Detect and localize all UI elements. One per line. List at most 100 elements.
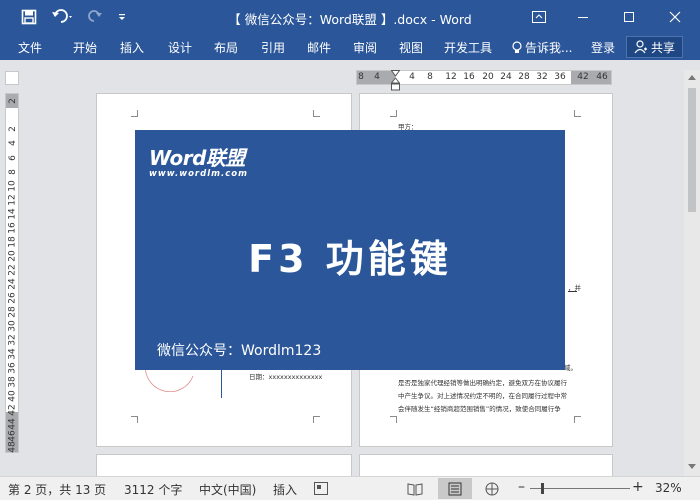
ruler-label: 4 [374, 72, 380, 82]
ruler-label: 22 [7, 264, 18, 276]
paragraph-line: 是否是独家代理经销等做出明确约定，避免双方在协议履行 [398, 379, 567, 387]
crop-mark [574, 416, 581, 423]
scroll-up-icon[interactable] [688, 74, 696, 80]
zoom-level[interactable]: 32% [655, 481, 682, 495]
web-layout-icon[interactable] [484, 482, 500, 496]
ruler-label: 46 [596, 72, 608, 82]
tell-me-label: 告诉我... [525, 41, 573, 55]
tab-view[interactable]: 视图 [399, 39, 423, 56]
crop-mark [390, 110, 397, 117]
ruler-label: 8 [7, 169, 18, 175]
ruler-label: 36 [554, 72, 566, 82]
ruler-label: 42 [7, 404, 18, 416]
vertical-ruler[interactable]: 2 2 4 6 8 10 12 14 16 18 20 22 24 26 28 … [5, 93, 19, 453]
zoom-slider-track[interactable] [530, 488, 630, 489]
insert-mode[interactable]: 插入 [273, 481, 297, 498]
scrollbar-thumb[interactable] [688, 88, 696, 212]
zoom-slider-thumb[interactable] [541, 483, 545, 494]
ruler-label: 20 [7, 250, 18, 262]
ruler-label: 24 [7, 278, 18, 290]
zoom-out-button[interactable]: – [518, 479, 525, 495]
title-bar: 【 微信公众号：Word联盟 】.docx - Word [0, 0, 700, 34]
crop-mark [574, 110, 581, 117]
login-link[interactable]: 登录 [591, 39, 615, 56]
crop-mark [131, 416, 138, 423]
date-line: 日期：xxxxxxxxxxxxxx [249, 373, 323, 381]
tab-references[interactable]: 引用 [261, 39, 285, 56]
tab-review[interactable]: 审阅 [353, 39, 377, 56]
language-indicator[interactable]: 中文(中国) [199, 481, 256, 498]
ruler-label: 40 [7, 390, 18, 402]
macro-record-icon[interactable] [314, 482, 328, 495]
crop-mark [313, 416, 320, 423]
ruler-label: 44 [7, 418, 18, 430]
tab-mailings[interactable]: 邮件 [307, 39, 331, 56]
ruler-label: 8 [358, 72, 364, 82]
logo-text: Word联盟 [149, 146, 245, 170]
indent-marker-icon[interactable] [391, 70, 400, 94]
ruler-label: 30 [7, 320, 18, 332]
print-layout-icon[interactable] [447, 482, 463, 496]
tab-design[interactable]: 设计 [168, 39, 192, 56]
ruler-label: 32 [536, 72, 548, 82]
share-person-icon [634, 40, 647, 54]
ruler-tab-selector[interactable] [5, 71, 19, 85]
read-mode-icon[interactable] [407, 482, 423, 496]
maximize-icon[interactable] [606, 0, 652, 34]
banner-heading: F3 功能键 [248, 237, 452, 281]
lightbulb-icon [512, 41, 522, 53]
text-fragment: 域。 [564, 364, 577, 372]
ruler-label: 20 [482, 72, 494, 82]
ruler-label: 26 [7, 292, 18, 304]
status-bar: 第 2 页，共 13 页 3112 个字 中文(中国) 插入 – + 32% [0, 476, 700, 500]
ribbon-display-icon[interactable] [516, 0, 562, 34]
ruler-label: 8 [427, 72, 433, 82]
crop-mark [131, 110, 138, 117]
scroll-down-icon[interactable] [688, 464, 696, 470]
share-label: 共享 [650, 40, 675, 55]
close-icon[interactable] [652, 0, 698, 34]
ruler-label: 14 [7, 208, 18, 220]
ruler-label: 28 [7, 306, 18, 318]
ruler-label: 36 [7, 362, 18, 374]
tab-developer[interactable]: 开发工具 [444, 39, 492, 56]
page-count[interactable]: 第 2 页，共 13 页 [8, 481, 106, 498]
ruler-label: 42 [577, 72, 589, 82]
tab-insert[interactable]: 插入 [120, 39, 144, 56]
tab-layout[interactable]: 布局 [214, 39, 238, 56]
minimize-icon[interactable] [560, 0, 606, 34]
zoom-in-button[interactable]: + [632, 479, 644, 495]
ruler-label: 2 [7, 126, 18, 132]
ruler-label: 48 [7, 441, 18, 453]
ruler-label: 12 [445, 72, 457, 82]
ruler-label: 28 [518, 72, 530, 82]
ribbon-tabs: 文件 开始 插入 设计 布局 引用 邮件 审阅 视图 开发工具 告诉我... 登… [0, 34, 700, 60]
underline [568, 291, 577, 292]
ruler-label: 24 [500, 72, 512, 82]
promo-banner: Word联盟 www.wordlm.com F3 功能键 微信公众号：Wordl… [135, 130, 565, 370]
ruler-label: 10 [7, 180, 18, 192]
ruler-label: 6 [7, 155, 18, 161]
vertical-scrollbar[interactable] [684, 70, 700, 476]
horizontal-ruler[interactable]: 8 4 4 8 12 16 20 24 28 32 36 42 46 [356, 70, 612, 91]
paragraph-line: 中产生争议。对上述情况约定不明的，在合同履行过程中常 [398, 392, 567, 400]
ruler-label: 38 [7, 376, 18, 388]
tab-home[interactable]: 开始 [73, 39, 97, 56]
ruler-label: 34 [7, 348, 18, 360]
word-count[interactable]: 3112 个字 [124, 481, 182, 498]
crop-mark [390, 416, 397, 423]
tab-file[interactable]: 文件 [18, 39, 42, 56]
share-button[interactable]: 共享 [626, 36, 683, 58]
ruler-label: 4 [7, 140, 18, 146]
ruler-label: 16 [7, 222, 18, 234]
tell-me-box[interactable]: 告诉我... [512, 39, 572, 56]
ruler-label: 46 [7, 430, 18, 442]
ruler-label: 18 [7, 236, 18, 248]
word-alliance-logo: Word联盟 www.wordlm.com [149, 142, 248, 179]
ruler-label: 16 [463, 72, 475, 82]
ruler-label: 32 [7, 334, 18, 346]
crop-mark [313, 110, 320, 117]
paragraph-line: 会伴随发生“经销商超范围销售”的情况，致使合同履行争 [398, 405, 561, 413]
ruler-label: 4 [409, 72, 415, 82]
banner-footer: 微信公众号：Wordlm123 [157, 343, 322, 359]
